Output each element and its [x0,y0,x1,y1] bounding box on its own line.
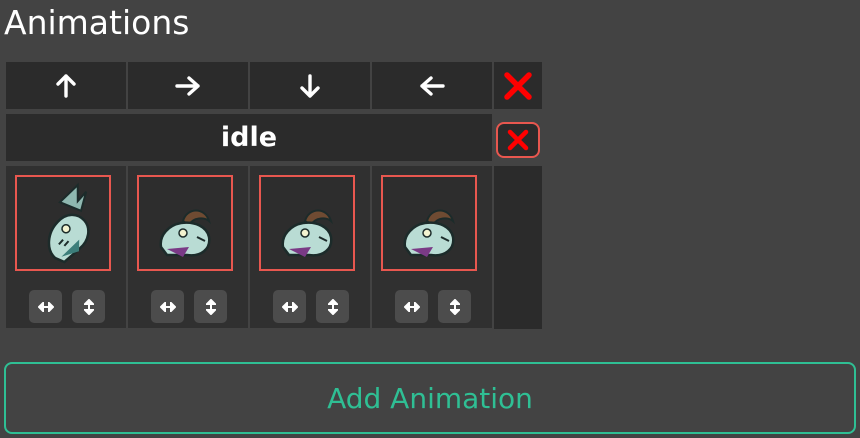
arrow-left-icon [420,75,445,96]
flip-vertical-button[interactable] [438,290,471,323]
arrow-down-icon [300,73,320,98]
flip-horizontal-icon [281,301,298,312]
close-icon [507,129,529,151]
flip-vertical-button[interactable] [72,290,105,323]
flip-vertical-button[interactable] [194,290,227,323]
frame-cell-4 [372,166,492,328]
frame-preview[interactable] [259,175,355,271]
flip-horizontal-button[interactable] [29,290,62,323]
flip-horizontal-icon [37,301,54,312]
frame-cell-3 [250,166,370,328]
direction-down-button[interactable] [250,62,370,109]
dragon-head-sprite [47,182,90,264]
flip-horizontal-button[interactable] [273,290,306,323]
direction-right-button[interactable] [128,62,248,109]
frame-cell-2 [128,166,248,328]
frame-preview[interactable] [381,175,477,271]
delete-animation-button[interactable] [496,122,540,158]
direction-left-button[interactable] [372,62,492,109]
flip-vertical-icon [449,298,460,315]
arrow-right-icon [175,75,200,96]
direction-up-button[interactable] [6,62,126,109]
dragon-head-sprite [281,209,334,257]
animation-name: idle [6,114,492,161]
flip-vertical-icon [327,298,338,315]
frame-preview[interactable] [15,175,111,271]
delete-directions-button[interactable] [494,62,542,109]
flip-vertical-icon [83,298,94,315]
close-icon [504,71,532,100]
flip-vertical-button[interactable] [316,290,349,323]
flip-horizontal-icon [159,301,176,312]
flip-horizontal-button[interactable] [151,290,184,323]
section-title: Animations [4,3,190,42]
dragon-head-sprite [159,209,212,257]
add-animation-button[interactable]: Add Animation [4,362,856,434]
flip-horizontal-icon [403,301,420,312]
dragon-head-sprite [403,209,456,257]
flip-horizontal-button[interactable] [395,290,428,323]
add-animation-label: Add Animation [327,381,533,415]
frame-preview[interactable] [137,175,233,271]
frame-cell-1 [6,166,126,328]
animation-name-label: idle [220,122,278,153]
flip-vertical-icon [205,298,216,315]
frames-side-column [494,166,542,329]
arrow-up-icon [56,73,76,98]
